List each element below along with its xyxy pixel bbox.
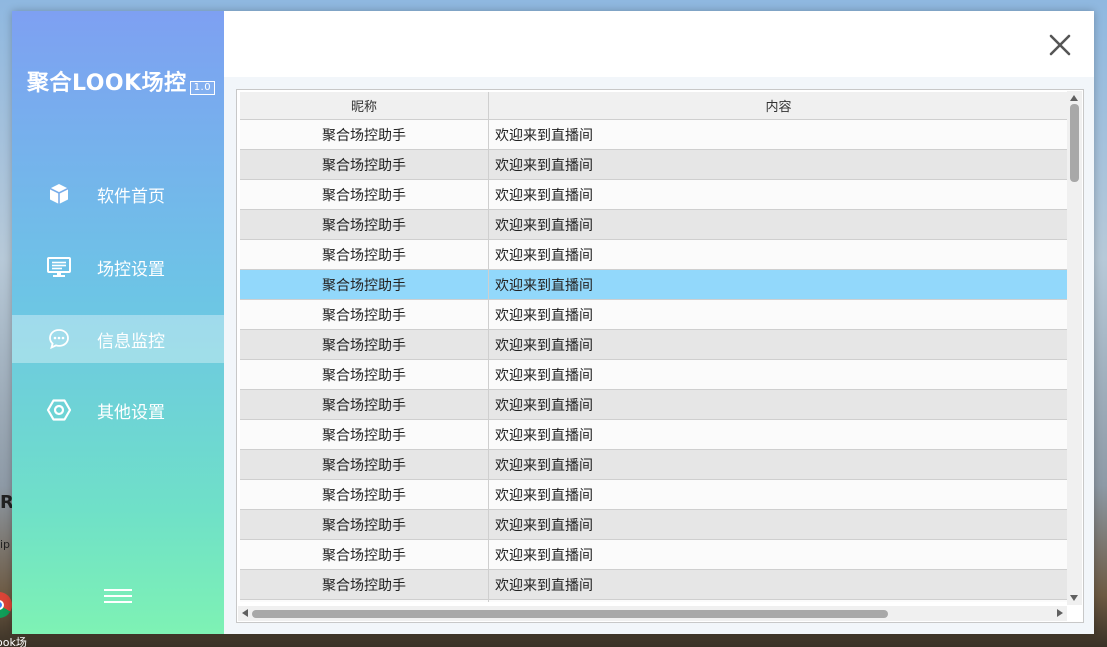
table-row[interactable]: 聚合场控助手 欢迎来到直播间 [240, 480, 1069, 510]
table-viewport: 昵称 内容 聚合场控助手 欢迎来到直播间 聚合场控助手 欢迎来到直播间 聚合场控助手 欢迎… [240, 92, 1069, 602]
content-cell: 欢迎来到直播间 [495, 277, 593, 294]
scroll-right-icon[interactable] [1057, 609, 1063, 617]
vertical-scrollbar[interactable] [1067, 91, 1082, 605]
desktop-icon-fragment: R [0, 492, 12, 513]
hexagon-nut-icon [46, 397, 72, 423]
nickname-cell: 聚合场控助手 [240, 120, 489, 149]
sidebar-item-label: 软件首页 [97, 186, 165, 207]
scroll-left-icon[interactable] [242, 609, 248, 617]
content-cell: 欢迎来到直播间 [495, 337, 593, 354]
sidebar-item-home[interactable]: 软件首页 [12, 170, 224, 218]
message-table: 昵称 内容 聚合场控助手 欢迎来到直播间 聚合场控助手 欢迎来到直播间 聚合场控助手 欢迎… [236, 89, 1084, 623]
table-row[interactable]: 聚合场控助手 欢迎来到直播间 [240, 150, 1069, 180]
sidebar-item-field-control[interactable]: 场控设置 [12, 243, 224, 291]
horizontal-scrollbar[interactable] [238, 606, 1067, 621]
content-cell: 欢迎来到直播间 [495, 427, 593, 444]
table-header: 昵称 内容 [240, 92, 1069, 120]
content-cell: 欢迎来到直播间 [495, 487, 593, 504]
nickname-cell: 聚合场控助手 [240, 570, 489, 599]
sidebar-item-label: 场控设置 [97, 259, 165, 280]
monitor-icon [46, 254, 72, 280]
nickname-cell: 聚合场控助手 [240, 540, 489, 569]
desktop-label-fragment: ook场 [0, 636, 27, 647]
table-row[interactable]: 聚合场控助手 欢迎来到直播间 [240, 390, 1069, 420]
content-cell: 欢迎来到直播间 [495, 517, 593, 534]
app-brand: 聚合LOOK场控 1.0 [27, 65, 216, 97]
table-row[interactable] [240, 600, 1069, 602]
table-row[interactable]: 聚合场控助手 欢迎来到直播间 [240, 540, 1069, 570]
nickname-cell: 聚合场控助手 [240, 450, 489, 479]
nickname-cell: 聚合场控助手 [240, 420, 489, 449]
table-row[interactable]: 聚合场控助手 欢迎来到直播间 [240, 510, 1069, 540]
scroll-up-icon[interactable] [1070, 95, 1078, 101]
table-row[interactable]: 聚合场控助手 欢迎来到直播间 [240, 210, 1069, 240]
table-row[interactable]: 聚合场控助手 欢迎来到直播间 [240, 330, 1069, 360]
sidebar-item-other-settings[interactable]: 其他设置 [12, 386, 224, 434]
nickname-cell: 聚合场控助手 [240, 510, 489, 539]
sidebar-item-label: 信息监控 [97, 331, 165, 352]
table-row[interactable]: 聚合场控助手 欢迎来到直播间 [240, 300, 1069, 330]
nickname-cell: 聚合场控助手 [240, 270, 489, 299]
table-row[interactable]: 聚合场控助手 欢迎来到直播间 [240, 270, 1069, 300]
cube-icon [46, 181, 72, 207]
nickname-cell: 聚合场控助手 [240, 240, 489, 269]
sidebar-item-info-monitor[interactable]: 信息监控 [12, 315, 224, 363]
scroll-down-icon[interactable] [1070, 595, 1078, 601]
table-row[interactable]: 聚合场控助手 欢迎来到直播间 [240, 120, 1069, 150]
content-cell: 欢迎来到直播间 [495, 457, 593, 474]
browser-desktop-icon[interactable] [0, 592, 12, 620]
column-header-nickname[interactable]: 昵称 [240, 92, 489, 119]
content-cell: 欢迎来到直播间 [495, 127, 593, 144]
chat-bubble-icon [46, 326, 72, 352]
nickname-cell: 聚合场控助手 [240, 150, 489, 179]
content-cell: 欢迎来到直播间 [495, 217, 593, 234]
top-bar [224, 11, 1094, 77]
nickname-cell: 聚合场控助手 [240, 210, 489, 239]
horizontal-scroll-thumb[interactable] [252, 610, 888, 618]
nickname-cell [240, 600, 489, 602]
table-row[interactable]: 聚合场控助手 欢迎来到直播间 [240, 360, 1069, 390]
nickname-cell: 聚合场控助手 [240, 330, 489, 359]
desktop-label-fragment: ip [0, 538, 11, 551]
hamburger-icon[interactable] [103, 587, 133, 607]
table-row[interactable]: 聚合场控助手 欢迎来到直播间 [240, 180, 1069, 210]
content-cell: 欢迎来到直播间 [495, 187, 593, 204]
sidebar-item-label: 其他设置 [97, 402, 165, 423]
version-badge: 1.0 [189, 81, 216, 95]
content-cell: 欢迎来到直播间 [495, 307, 593, 324]
app-window: 聚合LOOK场控 1.0 软件首页 场控设置 信息监控 其他设置 昵称 内容 聚… [12, 11, 1094, 634]
content-cell: 欢迎来到直播间 [495, 157, 593, 174]
content-cell: 欢迎来到直播间 [495, 247, 593, 264]
nickname-cell: 聚合场控助手 [240, 390, 489, 419]
close-icon[interactable] [1048, 33, 1072, 57]
content-cell: 欢迎来到直播间 [495, 577, 593, 594]
table-row[interactable]: 聚合场控助手 欢迎来到直播间 [240, 570, 1069, 600]
content-cell: 欢迎来到直播间 [495, 547, 593, 564]
nickname-cell: 聚合场控助手 [240, 480, 489, 509]
table-body: 聚合场控助手 欢迎来到直播间 聚合场控助手 欢迎来到直播间 聚合场控助手 欢迎来到直播间聚… [240, 120, 1069, 602]
nickname-cell: 聚合场控助手 [240, 360, 489, 389]
sidebar: 聚合LOOK场控 1.0 软件首页 场控设置 信息监控 其他设置 [12, 11, 224, 634]
content-cell [489, 600, 1069, 602]
column-header-content[interactable]: 内容 [489, 92, 1069, 119]
table-row[interactable]: 聚合场控助手 欢迎来到直播间 [240, 420, 1069, 450]
table-row[interactable]: 聚合场控助手 欢迎来到直播间 [240, 240, 1069, 270]
nickname-cell: 聚合场控助手 [240, 300, 489, 329]
content-cell: 欢迎来到直播间 [495, 397, 593, 414]
vertical-scroll-thumb[interactable] [1070, 104, 1079, 182]
nickname-cell: 聚合场控助手 [240, 180, 489, 209]
app-title: 聚合LOOK场控 [27, 71, 187, 96]
table-row[interactable]: 聚合场控助手 欢迎来到直播间 [240, 450, 1069, 480]
content-cell: 欢迎来到直播间 [495, 367, 593, 384]
